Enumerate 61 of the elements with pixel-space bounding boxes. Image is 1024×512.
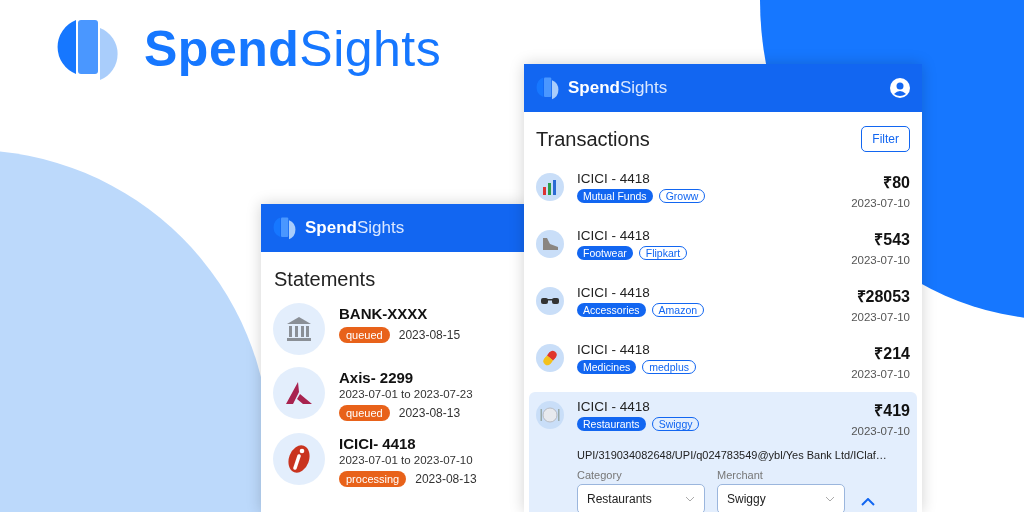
status-badge: queued <box>339 405 390 421</box>
amount: ₹28053 <box>855 287 910 307</box>
status-badge: queued <box>339 327 390 343</box>
transaction-date: 2023-07-10 <box>851 197 910 209</box>
field-label: Merchant <box>717 469 764 481</box>
oval-logo-icon <box>287 444 311 474</box>
transaction-date: 2023-07-10 <box>851 311 910 323</box>
amount: ₹419 <box>873 401 910 421</box>
brand-name: SpendSights <box>144 20 442 78</box>
statement-date: 2023-08-13 <box>398 406 461 420</box>
transaction-date: 2023-07-10 <box>851 425 910 437</box>
transaction-row[interactable]: ICICI - 4418 Restaurants Swiggy ₹419 2023-07-10 UPI/319034082648/UPI/q024783549@ybl/Yes Bank Ltd/IClaf… Category Restaurants Merchant Swiggy <box>529 392 917 512</box>
transaction-date: 2023-07-10 <box>851 254 910 266</box>
account-name: ICICI - 4418 <box>577 171 651 186</box>
date-range: 2023-07-01 to 2023-07-23 <box>339 388 473 400</box>
collapse-icon[interactable] <box>861 498 875 506</box>
logo-icon <box>273 216 297 240</box>
field-label: Category <box>577 469 623 481</box>
amount: ₹80 <box>882 173 910 193</box>
statement-date: 2023-08-15 <box>398 328 461 342</box>
app-name: SpendSights <box>305 218 405 238</box>
chevron-down-icon <box>825 496 835 502</box>
transaction-row[interactable]: ICICI - 4418 Footwear Flipkart ₹543 2023-07-10 <box>529 221 917 272</box>
page-title: Transactions <box>536 127 650 151</box>
account-name: ICICI - 4418 <box>577 399 651 414</box>
plate-icon <box>540 407 560 423</box>
bank-icon <box>285 315 313 343</box>
transaction-row[interactable]: ICICI - 4418 Medicines medplus ₹214 2023-07-10 <box>529 335 917 386</box>
transaction-description: UPI/319034082648/UPI/q024783549@ybl/Yes Bank Ltd/IClaf… <box>577 449 888 461</box>
category-tag: Restaurants <box>577 417 646 431</box>
glasses-icon <box>540 296 560 306</box>
transaction-date: 2023-07-10 <box>851 368 910 380</box>
statement-name: ICICI- 4418 <box>339 435 417 452</box>
category-dropdown[interactable]: Restaurants <box>577 484 705 512</box>
account-name: ICICI - 4418 <box>577 342 651 357</box>
shoe-icon <box>541 237 559 251</box>
category-tag: Medicines <box>577 360 637 374</box>
account-name: ICICI - 4418 <box>577 228 651 243</box>
page-title: Statements <box>274 268 376 291</box>
app-name: SpendSights <box>568 78 668 98</box>
statement-name: Axis- 2299 <box>339 369 415 386</box>
triangle-logo-icon <box>286 382 312 404</box>
category-tag: Mutual Funds <box>577 189 653 203</box>
amount: ₹214 <box>873 344 910 364</box>
account-name: ICICI - 4418 <box>577 285 651 300</box>
statement-name: BANK-XXXX <box>339 305 429 322</box>
account-icon[interactable] <box>890 78 910 98</box>
transaction-row[interactable]: ICICI - 4418 Mutual Funds Groww ₹80 2023-07-10 <box>529 164 917 215</box>
status-badge: processing <box>339 471 407 487</box>
bar-chart-icon <box>542 179 558 195</box>
pill-icon <box>541 349 559 367</box>
transaction-row[interactable]: ICICI - 4418 Accessories Amazon ₹28053 2023-07-10 <box>529 278 917 329</box>
category-tag: Footwear <box>577 246 633 260</box>
date-range: 2023-07-01 to 2023-07-10 <box>339 454 474 466</box>
chevron-down-icon <box>685 496 695 502</box>
logo-icon <box>536 76 560 100</box>
statement-date: 2023-08-13 <box>415 472 477 486</box>
merchant-dropdown[interactable]: Swiggy <box>717 484 845 512</box>
category-tag: Accessories <box>577 303 646 317</box>
filter-button[interactable]: Filter <box>861 126 910 152</box>
amount: ₹543 <box>873 230 910 250</box>
